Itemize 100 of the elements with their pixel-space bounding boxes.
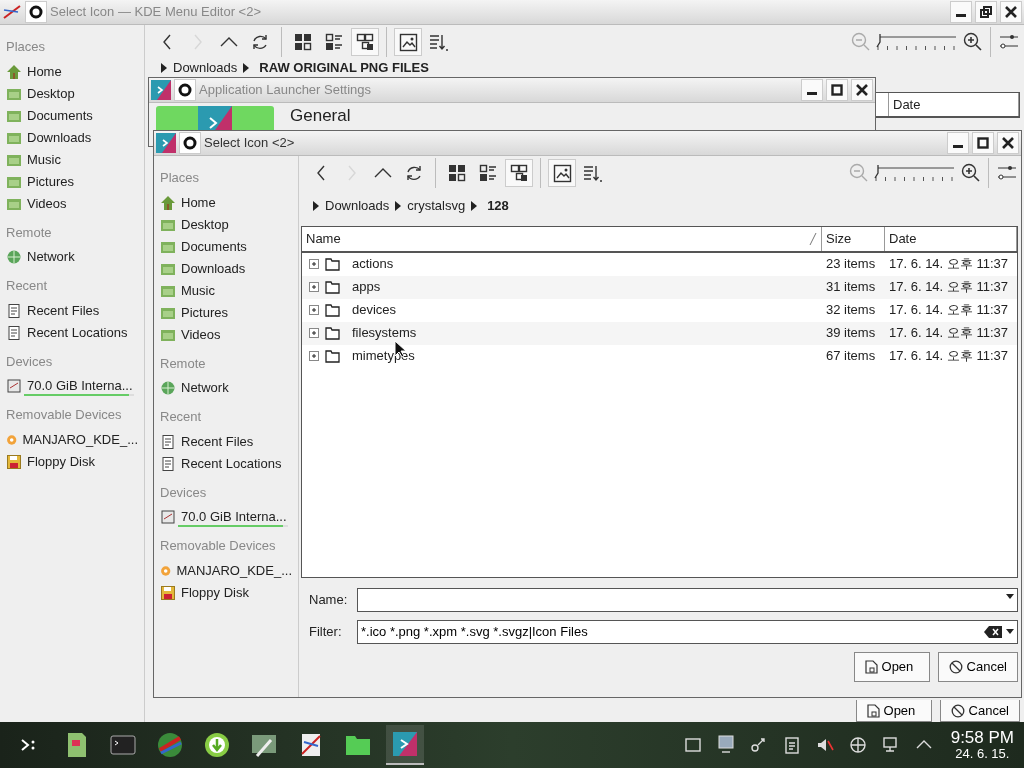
minimize-button[interactable]: [801, 79, 823, 101]
window-icon[interactable]: [682, 735, 703, 755]
sidebar-item[interactable]: Downloads: [181, 258, 246, 279]
sidebar-item[interactable]: Documents: [27, 105, 93, 126]
ring-icon[interactable]: [179, 132, 201, 154]
dropdown-icon[interactable]: [1006, 593, 1014, 599]
sidebar-item[interactable]: MANJARO_KDE_...: [176, 560, 292, 581]
sidebar-item[interactable]: MANJARO_KDE_...: [22, 429, 138, 450]
slider-handle[interactable]: [876, 34, 882, 48]
folder-icon: [324, 303, 342, 317]
file-name[interactable]: filesystems: [352, 323, 417, 343]
dropdown-icon[interactable]: [1006, 629, 1014, 634]
restore-button[interactable]: [975, 1, 997, 23]
file-name[interactable]: mimetypes: [352, 346, 415, 366]
maximize-button[interactable]: [826, 79, 848, 101]
sidebar-item[interactable]: 70.0 GiB Interna...: [27, 376, 133, 396]
clock-time[interactable]: 9:58 PM: [950, 729, 1014, 748]
globe-icon: [155, 730, 185, 760]
field-label: Name:: [309, 590, 349, 609]
sidebar-item[interactable]: Videos: [181, 324, 221, 345]
monitor-icon[interactable]: [715, 735, 736, 755]
ring-icon[interactable]: [25, 1, 47, 23]
globe-icon: [160, 380, 176, 396]
zoom-in-icon[interactable]: [961, 163, 981, 183]
close-button[interactable]: [851, 79, 873, 101]
sidebar-item[interactable]: Floppy Disk: [181, 582, 249, 603]
zoom-in-icon[interactable]: [963, 32, 983, 52]
cancel-button[interactable]: Cancel: [937, 651, 1018, 682]
file-name[interactable]: devices: [352, 300, 397, 320]
section-heading: Places: [160, 169, 201, 187]
sidebar-item[interactable]: Network: [27, 247, 75, 267]
expand-icon[interactable]: [308, 258, 320, 270]
sidebar-item[interactable]: Network: [181, 378, 229, 398]
close-button[interactable]: [1000, 1, 1022, 23]
network-icon[interactable]: [847, 735, 868, 755]
minimize-button[interactable]: [950, 1, 972, 23]
sidebar-item[interactable]: Desktop: [181, 214, 229, 235]
sidebar-item[interactable]: Music: [181, 280, 215, 301]
cancel-button[interactable]: Cancel: [939, 700, 1020, 722]
zoom-slider[interactable]: [874, 162, 956, 184]
open-button[interactable]: Open: [853, 651, 930, 682]
name-field[interactable]: [357, 587, 1018, 612]
expand-icon[interactable]: [308, 304, 320, 316]
zoom-slider[interactable]: [876, 31, 958, 53]
sidebar-item[interactable]: Recent Files: [27, 300, 100, 321]
window-title: Select Icon — KDE Menu Editor <2>: [50, 3, 262, 22]
drive-icon: [160, 509, 176, 525]
breadcrumb-item[interactable]: Downloads: [325, 196, 390, 216]
breadcrumb-item[interactable]: crystalsvg: [407, 196, 466, 216]
expand-icon[interactable]: [308, 281, 320, 293]
close-button[interactable]: [997, 132, 1019, 154]
sidebar-item[interactable]: Pictures: [181, 302, 228, 323]
breadcrumb-item[interactable]: 128: [487, 196, 509, 216]
folder-icon: [324, 349, 342, 363]
column-header[interactable]: Size: [822, 226, 885, 251]
sidebar-item[interactable]: Pictures: [27, 171, 74, 192]
document-icon: [864, 659, 878, 674]
sidebar-item[interactable]: Music: [27, 149, 61, 170]
sidebar-item[interactable]: Recent Locations: [181, 453, 282, 474]
floppy-icon: [160, 584, 176, 601]
file-name[interactable]: apps: [352, 277, 381, 297]
minimize-button[interactable]: [947, 132, 969, 154]
sidebar-item[interactable]: Floppy Disk: [27, 451, 95, 472]
clear-icon[interactable]: [984, 625, 1002, 638]
caret-icon: [395, 200, 402, 211]
column-label: Name: [306, 229, 342, 248]
file-name[interactable]: actions: [352, 254, 394, 274]
filter-field[interactable]: *.ico *.png *.xpm *.svg *.svgz|Icon Files: [357, 619, 1018, 644]
column-header[interactable]: Name: [302, 226, 822, 251]
table-cell-text: 17. 6. 14. 오후 11:37: [888, 278, 1009, 297]
sidebar-item[interactable]: Downloads: [27, 127, 92, 148]
expand-icon[interactable]: [308, 350, 320, 362]
globe-icon: [6, 249, 22, 265]
slider-handle[interactable]: [874, 165, 880, 179]
sidebar-item[interactable]: Desktop: [27, 83, 75, 104]
sidebar-item[interactable]: Home: [181, 192, 216, 213]
folder-icon: [324, 280, 342, 294]
maximize-icon: [831, 84, 843, 96]
sidebar-item[interactable]: Documents: [181, 236, 247, 257]
table-cell-text: 32 items: [825, 301, 877, 320]
floppy-icon: [6, 453, 22, 470]
sidebar-item[interactable]: Recent Locations: [27, 322, 128, 343]
tree-view-button[interactable]: [351, 28, 379, 56]
open-button[interactable]: Open: [855, 700, 932, 722]
breadcrumb-item[interactable]: RAW ORIGINAL PNG FILES: [259, 60, 429, 75]
sidebar-item[interactable]: Home: [27, 61, 62, 82]
expand-icon[interactable]: [308, 327, 320, 339]
tree-view-button[interactable]: [505, 159, 533, 187]
breadcrumb-item[interactable]: Downloads: [173, 60, 238, 75]
sidebar-item[interactable]: 70.0 GiB Interna...: [181, 507, 287, 527]
folder-icon: [324, 257, 342, 271]
document-icon: [6, 324, 22, 341]
maximize-button[interactable]: [972, 132, 994, 154]
page-heading: General: [290, 106, 351, 127]
sidebar-item[interactable]: Recent Files: [181, 431, 254, 452]
column-header[interactable]: Date: [885, 226, 1017, 251]
close-icon: [856, 84, 868, 96]
sidebar-item[interactable]: Videos: [27, 193, 67, 214]
caret-icon: [161, 62, 167, 73]
ring-icon[interactable]: [174, 79, 196, 101]
